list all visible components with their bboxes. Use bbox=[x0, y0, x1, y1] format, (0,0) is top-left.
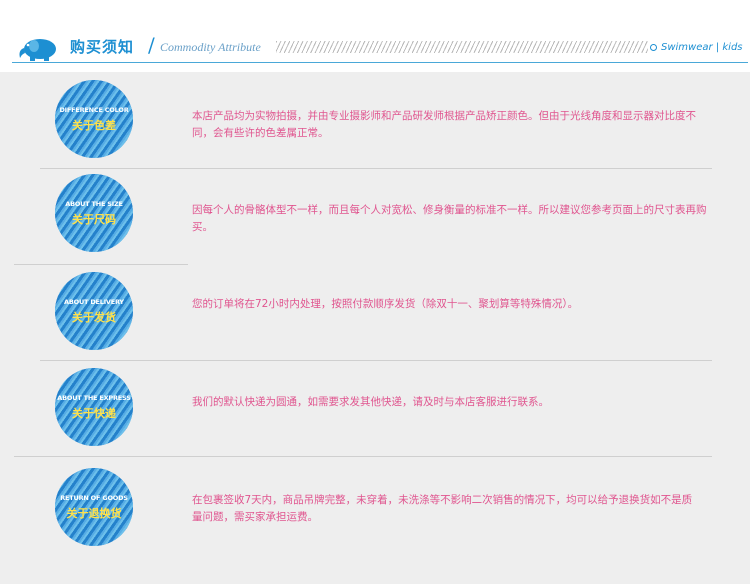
section-header: 购买须知 / Commodity Attribute Swimwear | ki… bbox=[0, 33, 750, 70]
badge-en-label: ABOUT DELIVERY bbox=[64, 298, 124, 306]
notice-row: ABOUT THE SIZE 关于尺码 因每个人的骨骼体型不一样，而且每个人对宽… bbox=[0, 170, 750, 262]
title-slash: / bbox=[148, 33, 155, 57]
notice-text: 因每个人的骨骼体型不一样，而且每个人对宽松、修身衡量的标准不一样。所以建议您参考… bbox=[192, 204, 707, 233]
brand-name: Swimwear bbox=[661, 42, 713, 53]
size-badge: ABOUT THE SIZE 关于尺码 bbox=[55, 174, 133, 252]
row-divider bbox=[40, 168, 712, 169]
return-badge: RETURN OF GOODS 关于退换货 bbox=[55, 468, 133, 546]
brand-divider: | bbox=[715, 42, 720, 53]
color-badge: DIFFERENCE COLOR 关于色差 bbox=[55, 80, 133, 158]
row-divider bbox=[14, 456, 712, 457]
page-title: 购买须知 bbox=[70, 38, 135, 56]
elephant-logo-icon bbox=[19, 39, 56, 61]
badge-cn-label: 关于发货 bbox=[72, 311, 116, 324]
notice-text: 在包裹签收7天内，商品吊牌完整，未穿着，未洗涤等不影响二次销售的情况下，均可以给… bbox=[192, 494, 693, 523]
notice-text: 我们的默认快递为圆通，如需要求发其他快递，请及时与本店客服进行联系。 bbox=[192, 396, 549, 408]
badge-cn-label: 关于退换货 bbox=[66, 507, 122, 520]
badge-cn-label: 关于快递 bbox=[72, 407, 116, 420]
notice-text: 本店产品均为实物拍摄，并由专业摄影师和产品研发师根据产品矫正颜色。但由于光线角度… bbox=[192, 110, 696, 139]
badge-en-label: DIFFERENCE COLOR bbox=[59, 106, 129, 114]
header-underline bbox=[12, 62, 748, 63]
express-badge: ABOUT THE EXPRESS 关于快递 bbox=[55, 368, 133, 446]
notice-panel: DIFFERENCE COLOR 关于色差 本店产品均为实物拍摄，并由专业摄影师… bbox=[0, 72, 750, 584]
delivery-badge: ABOUT DELIVERY 关于发货 bbox=[55, 272, 133, 350]
notice-row: ABOUT DELIVERY 关于发货 您的订单将在72小时内处理，按照付款顺序… bbox=[0, 266, 750, 358]
notice-row: ABOUT THE EXPRESS 关于快递 我们的默认快递为圆通，如需要求发其… bbox=[0, 362, 750, 454]
badge-en-label: ABOUT THE SIZE bbox=[65, 200, 123, 208]
badge-cn-label: 关于尺码 bbox=[72, 213, 116, 226]
hatch-decoration bbox=[276, 41, 648, 53]
top-band bbox=[0, 0, 750, 36]
notice-row: RETURN OF GOODS 关于退换货 在包裹签收7天内，商品吊牌完整，未穿… bbox=[0, 458, 750, 550]
row-divider bbox=[14, 264, 188, 265]
brand-kids: kids bbox=[722, 42, 743, 53]
notice-row: DIFFERENCE COLOR 关于色差 本店产品均为实物拍摄，并由专业摄影师… bbox=[0, 72, 750, 164]
badge-en-label: RETURN OF GOODS bbox=[60, 494, 128, 502]
badge-cn-label: 关于色差 bbox=[72, 119, 116, 132]
page-subtitle: Commodity Attribute bbox=[160, 40, 261, 54]
notice-text: 您的订单将在72小时内处理，按照付款顺序发货（除双十一、聚划算等特殊情况）。 bbox=[192, 298, 579, 310]
brand-label: Swimwear | kids bbox=[650, 42, 743, 53]
brand-dot-icon bbox=[650, 43, 657, 51]
row-divider bbox=[40, 360, 712, 361]
badge-en-label: ABOUT THE EXPRESS bbox=[57, 394, 131, 402]
